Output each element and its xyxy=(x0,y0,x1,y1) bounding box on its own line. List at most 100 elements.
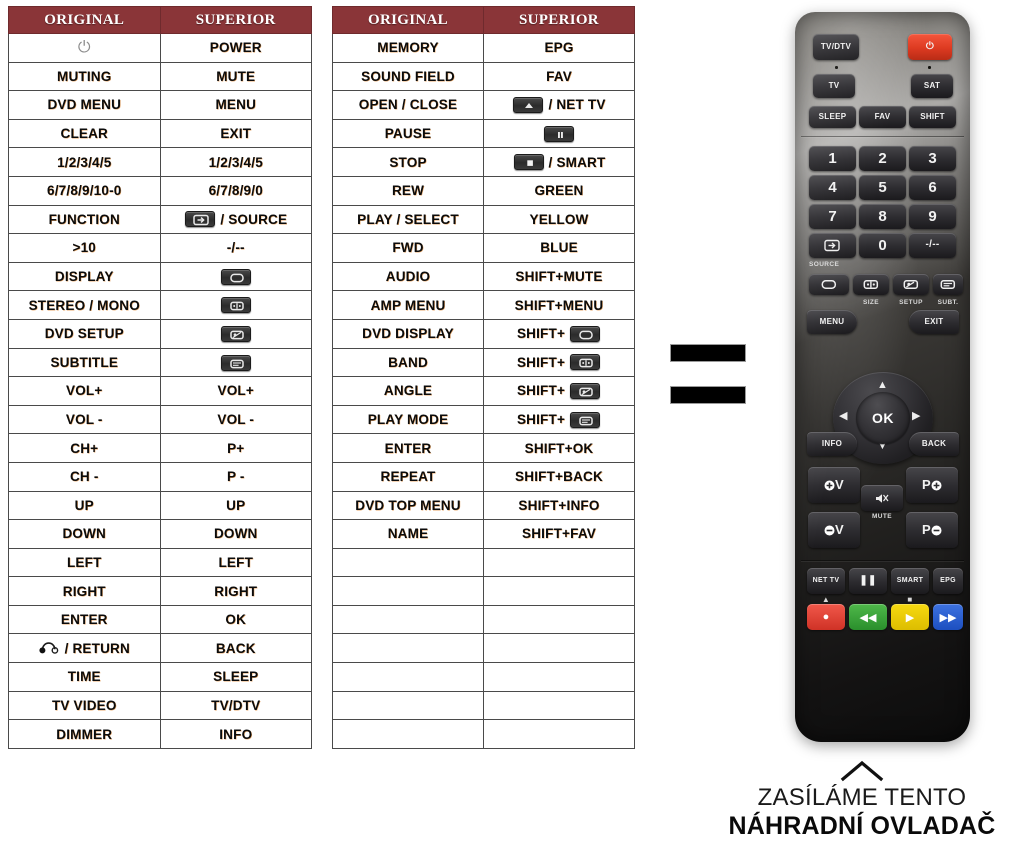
left-cell-superior: VOL - xyxy=(159,404,312,435)
cell-text: VOL+ xyxy=(217,383,254,399)
table-row: PLAY MODE SHIFT+ xyxy=(332,404,635,435)
remote-button-shift[interactable]: SHIFT xyxy=(909,106,956,128)
table-row: STEREO / MONO xyxy=(8,290,312,320)
remote-button-epg[interactable]: EPG xyxy=(933,568,963,594)
column-header-original: ORIGINAL xyxy=(8,6,161,34)
table-row: TV VIDEO TV/DTV xyxy=(8,690,312,721)
left-cell-original: 6/7/8/9/10-0 xyxy=(8,175,161,206)
cell-text: RIGHT xyxy=(62,583,106,599)
remote-button-fav[interactable]: FAV xyxy=(859,106,906,128)
size-key-icon xyxy=(570,354,601,371)
right-cell-original: AUDIO xyxy=(332,261,484,292)
right-cell-superior: SHIFT+ xyxy=(483,404,635,435)
remote-button-0[interactable]: 0 xyxy=(859,233,906,258)
remote-button-up[interactable]: ▲ xyxy=(877,380,888,391)
left-cell-superior: UP xyxy=(159,490,312,521)
remote-button-volume-down[interactable]: V xyxy=(808,512,860,548)
table-row: DVD TOP MENU SHIFT+INFO xyxy=(332,490,635,521)
remote-button-5[interactable]: 5 xyxy=(859,175,906,200)
remote-button-left[interactable]: ◀ xyxy=(839,411,847,422)
remote-button-program-down[interactable]: P xyxy=(906,512,958,548)
remote-button-6[interactable]: 6 xyxy=(909,175,956,200)
left-cell-original: FUNCTION xyxy=(8,204,161,235)
cell-text: REW xyxy=(391,183,425,199)
remote-button-net-tv[interactable]: NET TV xyxy=(807,568,845,594)
right-cell-original xyxy=(332,604,484,635)
cell-text: MENU xyxy=(215,97,257,113)
right-cell-original xyxy=(332,719,484,749)
remote-button-source[interactable] xyxy=(809,233,856,258)
table-row: VOL - VOL - xyxy=(8,404,312,435)
table-row: DVD DISPLAY SHIFT+ xyxy=(332,318,635,349)
remote-button-setup[interactable] xyxy=(893,274,929,295)
remote-button-smart[interactable]: SMART xyxy=(891,568,929,594)
right-cell-original: FWD xyxy=(332,233,484,263)
remote-button-menu[interactable]: MENU xyxy=(807,310,857,334)
program-up-icon xyxy=(931,480,942,491)
left-cell-original: LEFT xyxy=(8,547,161,578)
right-cell-original xyxy=(332,633,484,664)
remote-button-9[interactable]: 9 xyxy=(909,204,956,229)
remote-button-4[interactable]: 4 xyxy=(809,175,856,200)
left-cell-original: >10 xyxy=(8,233,161,263)
cell-text: SLEEP xyxy=(213,669,259,685)
table-body-left: ⏻ POWER MUTING MUTE DVD MENU MENU CLEAR EXIT 1/2… xyxy=(8,33,312,749)
right-cell-superior: SHIFT+INFO xyxy=(483,490,635,521)
remote-button-tv-dtv[interactable]: TV/DTV xyxy=(813,34,859,60)
remote-button-7[interactable]: 7 xyxy=(809,204,856,229)
remote-button-pause[interactable]: ❚❚ xyxy=(849,568,887,594)
cell-text: SHIFT+MUTE xyxy=(515,269,603,285)
remote-button-sleep[interactable]: SLEEP xyxy=(809,106,856,128)
right-cell-superior: / NET TV xyxy=(483,90,635,120)
remote-button-fast-forward[interactable]: ▶▶ xyxy=(933,604,963,630)
volume-up-icon xyxy=(824,480,835,491)
play-icon: ▶ xyxy=(905,611,915,624)
cell-text: LEFT xyxy=(218,554,254,570)
remote-button-power[interactable]: ⏻ xyxy=(908,34,952,60)
remote-button-record[interactable]: ● xyxy=(807,604,845,630)
remote-button-1[interactable]: 1 xyxy=(809,146,856,171)
remote-button-info[interactable]: INFO xyxy=(807,432,857,456)
table-row: UP UP xyxy=(8,490,312,521)
right-cell-superior: BLUE xyxy=(483,233,635,263)
remote-button-exit[interactable]: EXIT xyxy=(909,310,959,334)
remote-body: TV/DTV ⏻ TV SAT SLEEP FAV SHIFT 1 2 3 4 … xyxy=(795,12,970,742)
table-row xyxy=(332,690,635,721)
table-row: FWD BLUE xyxy=(332,233,635,263)
remote-button-program-up[interactable]: P xyxy=(906,467,958,503)
cell-text: STOP xyxy=(389,154,427,170)
remote-button-8[interactable]: 8 xyxy=(859,204,906,229)
remote-button-tv[interactable]: TV xyxy=(813,74,855,98)
remote-button-rewind[interactable]: ◀◀ xyxy=(849,604,887,630)
remote-button-display[interactable] xyxy=(809,274,849,295)
cell-text: ENTER xyxy=(384,440,432,456)
subtitle-icon xyxy=(940,280,956,289)
remote-button-back[interactable]: BACK xyxy=(909,432,959,456)
remote-button-volume-up[interactable]: V xyxy=(808,467,860,503)
cell-text: / SOURCE xyxy=(220,211,288,227)
right-cell-original: STOP xyxy=(332,147,484,177)
remote-button-size[interactable] xyxy=(853,274,889,295)
remote-button-dash[interactable]: -/-- xyxy=(909,233,956,258)
left-cell-superior: SLEEP xyxy=(159,662,312,692)
cell-text: DVD DISPLAY xyxy=(362,326,454,342)
remote-label-mute: MUTE xyxy=(871,513,892,520)
table-row: MEMORY EPG xyxy=(332,33,635,63)
remote-button-mute[interactable] xyxy=(861,485,903,511)
remote-button-subtitle[interactable] xyxy=(933,274,963,295)
key-mapping-table-left: ORIGINAL SUPERIOR ⏻ POWER MUTING MUTE DVD ME… xyxy=(8,6,312,749)
remote-button-right[interactable]: ▶ xyxy=(912,411,920,422)
right-cell-original: ENTER xyxy=(332,433,484,463)
cell-text: / NET TV xyxy=(548,97,606,113)
remote-button-3[interactable]: 3 xyxy=(909,146,956,171)
cell-text: SHIFT+ xyxy=(516,412,566,428)
cell-text: PLAY / SELECT xyxy=(357,211,459,227)
right-cell-original: DVD DISPLAY xyxy=(332,318,484,349)
remote-button-ok[interactable]: OK xyxy=(856,392,910,444)
right-cell-superior: SHIFT+MENU xyxy=(483,290,635,320)
remote-button-2[interactable]: 2 xyxy=(859,146,906,171)
remote-button-sat[interactable]: SAT xyxy=(911,74,953,98)
remote-button-play[interactable]: ▶ xyxy=(891,604,929,630)
left-cell-superior: OK xyxy=(159,604,312,635)
left-cell-original: VOL+ xyxy=(8,376,161,406)
